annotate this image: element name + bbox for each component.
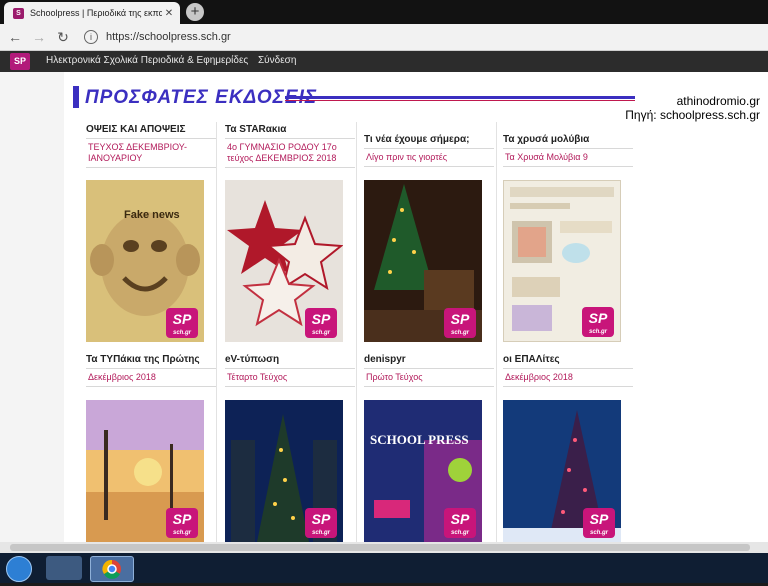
sp-badge-domain: sch.gr <box>311 530 330 536</box>
cover-image[interactable]: SCHOOL PRESS SP sch.gr <box>364 400 482 542</box>
cover-fake-news-text: Fake news <box>124 209 180 221</box>
sp-badge-text: SP <box>172 511 192 527</box>
sp-badge: SP sch.gr <box>444 308 476 338</box>
cover-image[interactable]: Fake news SP sch.gr <box>86 180 204 342</box>
sp-badge-domain: sch.gr <box>589 530 608 536</box>
sp-badge: SP sch.gr <box>305 508 337 538</box>
publication-card[interactable]: eV-τύπωση Τέταρτο Τεύχος SP sch.gr <box>225 354 355 542</box>
publication-name[interactable]: Τα ΤΥΠάκια της Πρώτης <box>86 354 216 368</box>
issue-link[interactable]: Λίγο πριν τις γιορτές <box>364 148 494 167</box>
heading-line-accent <box>285 100 635 101</box>
sp-badge-text: SP <box>311 511 331 527</box>
cover-image[interactable]: SP sch.gr <box>364 180 482 342</box>
issue-link[interactable]: Τα Χρυσά Μολύβια 9 <box>503 148 633 167</box>
reload-icon[interactable]: ↻ <box>54 28 72 46</box>
publication-card[interactable]: Τι νέα έχουμε σήμερα; Λίγο πριν τις γιορ… <box>364 134 494 342</box>
sp-badge: SP sch.gr <box>305 308 337 338</box>
start-button[interactable] <box>6 556 32 582</box>
heading-line <box>285 96 635 99</box>
source-watermark: athinodromio.gr Πηγή: schoolpress.sch.gr <box>620 94 760 122</box>
site-navbar: SP Ηλεκτρονικά Σχολικά Περιοδικά & Εφημε… <box>0 51 768 72</box>
column-divider <box>216 122 217 542</box>
nav-link-journals[interactable]: Ηλεκτρονικά Σχολικά Περιοδικά & Εφημερίδ… <box>46 55 248 66</box>
sp-badge-text: SP <box>450 311 470 327</box>
publication-card[interactable]: Τα χρυσά μολύβια Τα Χρυσά Μολύβια 9 SP sc… <box>503 134 633 342</box>
issue-link[interactable]: Τέταρτο Τεύχος <box>225 368 355 387</box>
browser-tab[interactable]: S Schoolpress | Περιοδικά της εκπαίδε ✕ <box>4 2 180 24</box>
source-line-1: athinodromio.gr <box>676 94 760 108</box>
url-bar[interactable]: i https://schoolpress.sch.gr <box>84 28 760 46</box>
cover-school-press-text: SCHOOL PRESS <box>370 432 469 447</box>
cover-image[interactable]: SP sch.gr <box>503 180 621 342</box>
source-line-2: Πηγή: schoolpress.sch.gr <box>625 108 760 122</box>
column-divider <box>356 122 357 542</box>
browser-tab-strip: S Schoolpress | Περιοδικά της εκπαίδε ✕ … <box>0 0 768 24</box>
publication-name[interactable]: Τι νέα έχουμε σήμερα; <box>364 134 494 148</box>
publication-card[interactable]: Τα ΤΥΠάκια της Πρώτης Δεκέμβριος 2018 SP… <box>86 354 216 542</box>
address-toolbar: ← → ↻ i https://schoolpress.sch.gr <box>0 24 768 51</box>
heading-bar <box>73 86 79 108</box>
media-player-taskbar-icon[interactable] <box>46 556 82 580</box>
sp-badge-domain: sch.gr <box>450 330 469 336</box>
horizontal-scrollbar[interactable] <box>0 542 768 553</box>
sp-badge-text: SP <box>588 310 608 326</box>
chrome-icon <box>102 559 121 579</box>
issue-link[interactable]: Πρώτο Τεύχος <box>364 368 494 387</box>
cover-image[interactable]: SP sch.gr <box>503 400 621 542</box>
heading-text: ΠΡΟΣΦΑΤΕΣ ΕΚΔΟΣΕΙΣ <box>85 87 318 108</box>
page-content: ΠΡΟΣΦΑΤΕΣ ΕΚΔΟΣΕΙΣ athinodromio.gr Πηγή:… <box>0 72 768 542</box>
sp-badge-text: SP <box>589 511 609 527</box>
publication-card[interactable]: ΟΨΕΙΣ ΚΑΙ ΑΠΟΨΕΙΣ ΤΕΥΧΟΣ ΔΕΚΕΜΒΡΙΟΥ-ΙΑΝΟ… <box>86 124 216 342</box>
left-margin <box>0 72 64 542</box>
nav-link-login[interactable]: Σύνδεση <box>258 55 296 66</box>
issue-link[interactable]: Δεκέμβριος 2018 <box>86 368 216 387</box>
publication-name[interactable]: ΟΨΕΙΣ ΚΑΙ ΑΠΟΨΕΙΣ <box>86 124 216 138</box>
new-tab-button[interactable]: + <box>186 3 204 21</box>
sp-badge: SP sch.gr <box>166 508 198 538</box>
issue-link[interactable]: Δεκέμβριος 2018 <box>503 368 633 387</box>
section-heading: ΠΡΟΣΦΑΤΕΣ ΕΚΔΟΣΕΙΣ <box>73 86 635 112</box>
sp-badge: SP sch.gr <box>166 308 198 338</box>
chrome-taskbar-icon[interactable] <box>90 556 134 582</box>
sp-badge: SP sch.gr <box>583 508 615 538</box>
publication-card[interactable]: denispyr Πρώτο Τεύχος SCHOOL PRESS SP sch… <box>364 354 494 542</box>
taskbar <box>0 553 768 583</box>
publication-name[interactable]: denispyr <box>364 354 494 368</box>
sp-badge-domain: sch.gr <box>172 530 191 536</box>
issue-link[interactable]: ΤΕΥΧΟΣ ΔΕΚΕΜΒΡΙΟΥ-ΙΑΝΟΥΑΡΙΟΥ <box>86 138 216 168</box>
site-logo[interactable]: SP <box>10 53 30 70</box>
sp-badge-text: SP <box>311 311 331 327</box>
sp-badge-text: SP <box>450 511 470 527</box>
publication-card[interactable]: Τα STARακια 4ο ΓΥΜΝΑΣΙΟ ΡΟΔΟΥ 17ο τεύχος… <box>225 124 355 342</box>
forward-arrow-icon[interactable]: → <box>30 28 48 46</box>
sp-badge-domain: sch.gr <box>172 330 191 336</box>
column-divider <box>496 122 497 542</box>
sp-badge-text: SP <box>172 311 192 327</box>
back-arrow-icon[interactable]: ← <box>6 28 24 46</box>
site-favicon-icon: S <box>13 7 24 19</box>
sp-badge-domain: sch.gr <box>588 329 607 335</box>
scrollbar-thumb[interactable] <box>10 544 750 551</box>
url-text: https://schoolpress.sch.gr <box>106 31 231 43</box>
sp-badge: SP sch.gr <box>444 508 476 538</box>
info-icon[interactable]: i <box>84 30 98 44</box>
publication-card[interactable]: οι ΕΠΑΛίτες Δεκέμβριος 2018 SP sch.gr <box>503 354 633 542</box>
sp-badge-domain: sch.gr <box>311 330 330 336</box>
close-tab-icon[interactable]: ✕ <box>162 8 176 19</box>
publication-name[interactable]: Τα STARακια <box>225 124 355 138</box>
sp-badge-domain: sch.gr <box>450 530 469 536</box>
issue-link[interactable]: 4ο ΓΥΜΝΑΣΙΟ ΡΟΔΟΥ 17ο τεύχος ΔΕΚΕΜΒΡΙΟΣ … <box>225 138 355 168</box>
tab-title: Schoolpress | Περιοδικά της εκπαίδε <box>30 8 162 18</box>
publication-name[interactable]: eV-τύπωση <box>225 354 355 368</box>
publication-name[interactable]: οι ΕΠΑΛίτες <box>503 354 633 368</box>
cover-image[interactable]: SP sch.gr <box>225 400 343 542</box>
cover-image[interactable]: SP sch.gr <box>225 180 343 342</box>
cover-image[interactable]: SP sch.gr <box>86 400 204 542</box>
publication-name[interactable]: Τα χρυσά μολύβια <box>503 134 633 148</box>
sp-badge: SP sch.gr <box>582 307 614 337</box>
